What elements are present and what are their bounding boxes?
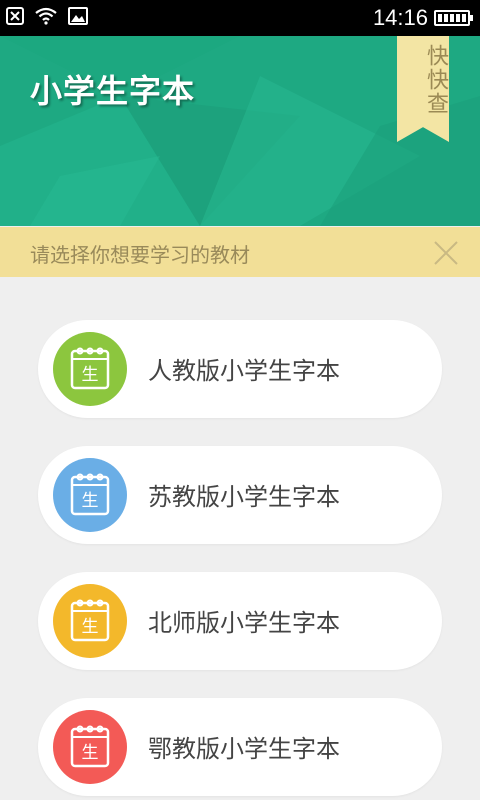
textbook-item-renjiao[interactable]: 生 人教版小学生字本 bbox=[38, 320, 442, 418]
app-header: 小学生字本 快快查 bbox=[0, 36, 480, 226]
close-box-icon bbox=[6, 7, 24, 25]
wifi-icon bbox=[34, 7, 58, 25]
status-bar: 14:16 bbox=[0, 0, 480, 36]
calendar-icon: 生 bbox=[53, 710, 127, 784]
notice-text: 请选择你想要学习的教材 bbox=[30, 243, 250, 267]
textbook-label: 人教版小学生字本 bbox=[148, 357, 340, 385]
close-icon[interactable] bbox=[432, 239, 460, 267]
calendar-icon: 生 bbox=[53, 584, 127, 658]
image-icon bbox=[68, 7, 88, 25]
calendar-icon: 生 bbox=[53, 458, 127, 532]
svg-text:生: 生 bbox=[82, 365, 99, 385]
textbook-item-beishi[interactable]: 生 北师版小学生字本 bbox=[38, 572, 442, 670]
notice-bar: 请选择你想要学习的教材 bbox=[0, 227, 480, 277]
status-right: 14:16 bbox=[372, 5, 473, 31]
textbook-label: 苏教版小学生字本 bbox=[148, 483, 340, 511]
textbook-item-sujiao[interactable]: 生 苏教版小学生字本 bbox=[38, 446, 442, 544]
battery-icon bbox=[434, 10, 473, 26]
app-title: 小学生字本 bbox=[30, 72, 196, 110]
clock: 14:16 bbox=[372, 5, 428, 30]
svg-text:生: 生 bbox=[82, 617, 99, 637]
textbook-label: 北师版小学生字本 bbox=[148, 609, 340, 637]
textbook-label: 鄂教版小学生字本 bbox=[148, 735, 340, 763]
calendar-icon: 生 bbox=[53, 332, 127, 406]
svg-text:生: 生 bbox=[82, 491, 99, 511]
quick-search-ribbon[interactable]: 快快查 bbox=[397, 36, 449, 142]
status-icons bbox=[6, 7, 88, 25]
svg-text:生: 生 bbox=[82, 743, 99, 763]
quick-search-label: 快快查 bbox=[423, 44, 448, 116]
textbook-item-ejiao[interactable]: 生 鄂教版小学生字本 bbox=[38, 698, 442, 796]
